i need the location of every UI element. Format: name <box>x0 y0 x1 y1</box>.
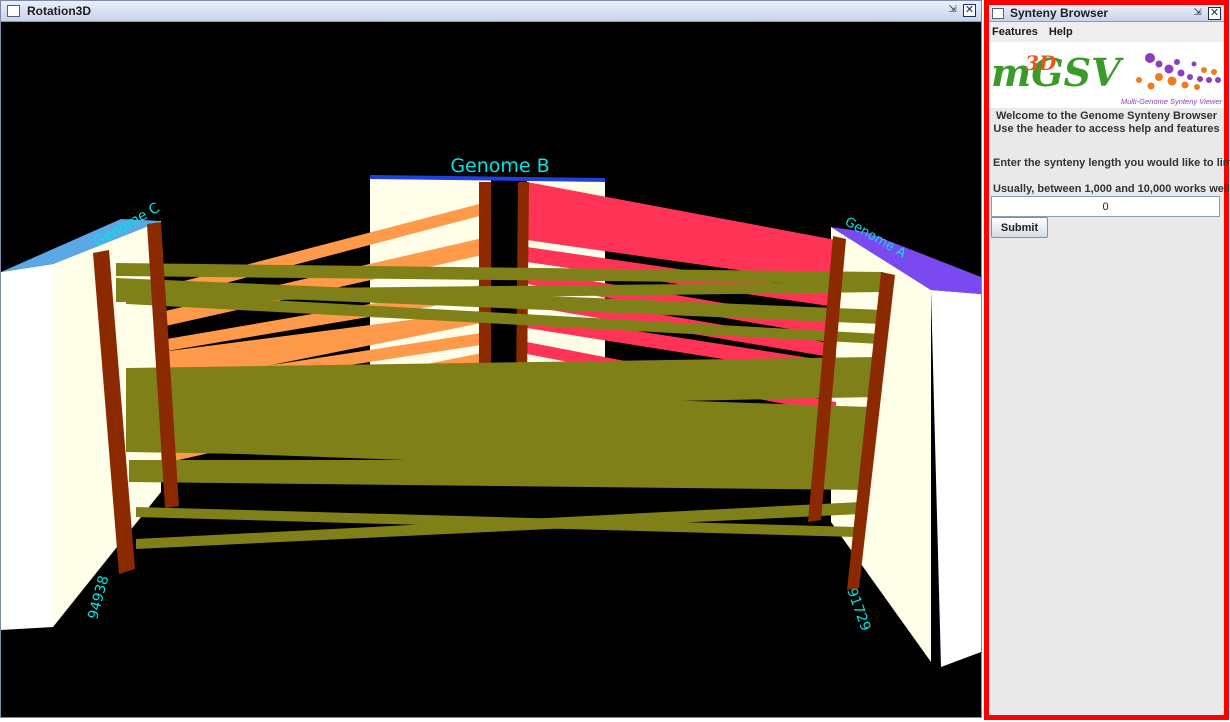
mgsv-logo: mGSV 3D Multi-Genome Synteny Viewer <box>989 42 1224 108</box>
rotation3d-title: Rotation3D <box>27 4 91 18</box>
rotation3d-titlebar[interactable]: Rotation3D ⇲ ✕ <box>1 1 981 22</box>
restore-icon[interactable]: ⇲ <box>1191 7 1204 20</box>
logo-tagline: Multi-Genome Synteny Viewer <box>1121 97 1223 106</box>
ribbons-c-a <box>116 263 883 549</box>
synteny-title: Synteny Browser <box>1010 6 1109 20</box>
welcome-text: Welcome to the Genome Synteny Browser Us… <box>989 110 1224 136</box>
genome-b-bar-left <box>479 182 491 388</box>
menu-features[interactable]: Features <box>992 26 1038 38</box>
close-icon[interactable]: ✕ <box>963 4 976 17</box>
synteny-titlebar[interactable]: Synteny Browser ⇲ ✕ <box>989 5 1224 22</box>
synteny-browser-window: Synteny Browser ⇲ ✕ Features Help mGSV 3… <box>984 0 1230 720</box>
submit-button[interactable]: Submit <box>991 217 1048 238</box>
welcome-line-2: Use the header to access help and featur… <box>993 123 1220 135</box>
genome-b-bar-right <box>516 182 529 388</box>
genome-b-label: Genome B <box>450 155 549 177</box>
rotation3d-window: Rotation3D ⇲ ✕ Genome B Genome C 94938 G… <box>0 0 982 718</box>
genome-c-panel-side <box>1 264 53 630</box>
window-icon <box>7 5 20 17</box>
genome-a-panel-side <box>931 290 981 667</box>
synteny-length-input[interactable] <box>991 196 1220 217</box>
menubar: Features Help <box>989 22 1224 42</box>
logo-text: mGSV <box>991 50 1124 95</box>
restore-icon[interactable]: ⇲ <box>946 4 959 17</box>
synteny-3d-view[interactable]: Genome B Genome C 94938 Genome A 91729 <box>1 22 981 718</box>
synteny-length-prompt: Enter the synteny length you would like … <box>993 157 1230 169</box>
genome-a-id: 91729 <box>843 586 873 633</box>
synteny-length-hint: Usually, between 1,000 and 10,000 works … <box>993 183 1230 195</box>
close-icon[interactable]: ✕ <box>1208 7 1221 20</box>
window-icon <box>992 7 1004 19</box>
welcome-line-1: Welcome to the Genome Synteny Browser <box>995 110 1218 122</box>
menu-help[interactable]: Help <box>1049 26 1073 38</box>
logo-superscript: 3D <box>1025 51 1057 75</box>
